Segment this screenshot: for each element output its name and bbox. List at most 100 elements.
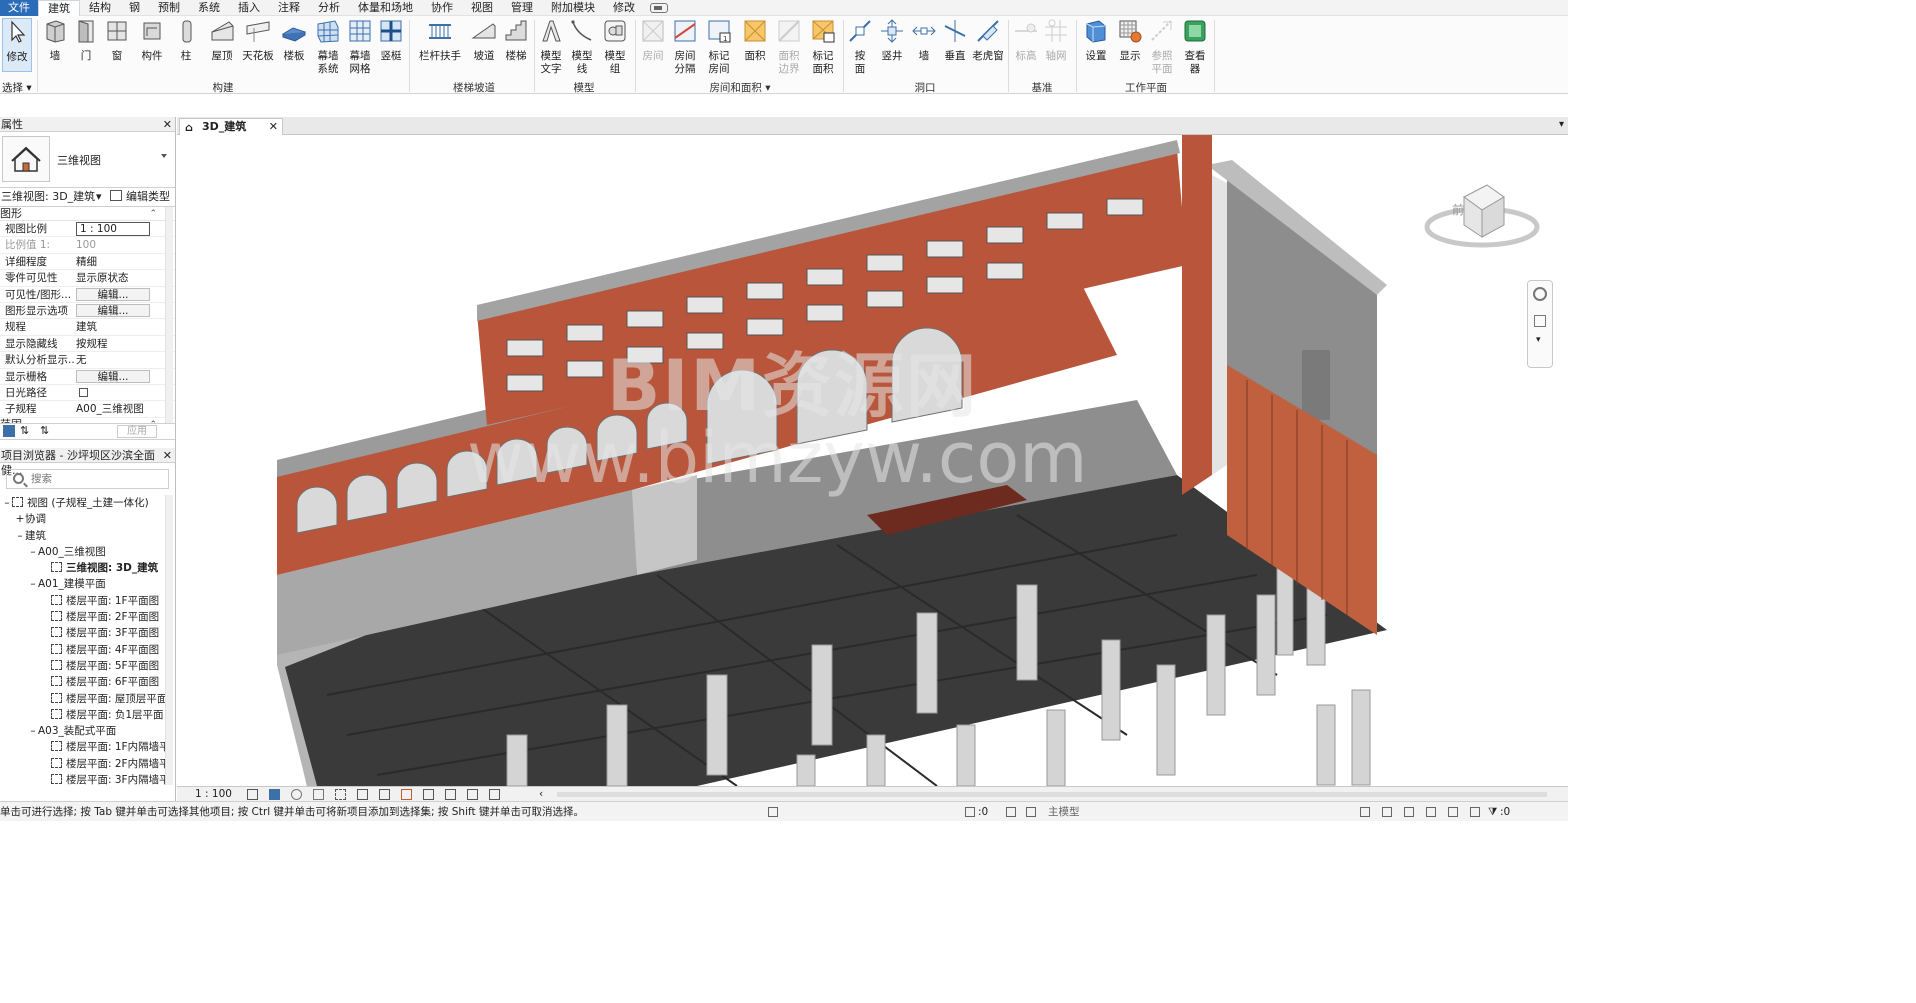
shaft-button[interactable]: 竖井 xyxy=(876,18,908,63)
set-work-plane-button[interactable]: 设置 xyxy=(1082,18,1110,63)
menu-annotate[interactable]: 注释 xyxy=(269,0,309,16)
tree-item[interactable]: 楼层平面: 4F平面图 xyxy=(0,642,175,658)
stair-button[interactable]: 楼梯 xyxy=(502,18,530,63)
sun-path-icon[interactable] xyxy=(291,789,302,800)
column-button[interactable]: 柱 xyxy=(174,18,198,63)
edit-type-button[interactable]: 编辑类型 xyxy=(110,188,170,206)
room-separator-button[interactable]: 房间 分隔 xyxy=(670,18,700,76)
roof-button[interactable]: 屋顶 xyxy=(206,18,238,63)
property-value[interactable]: A00_三维视图 xyxy=(76,403,144,415)
type-selector[interactable]: 三维视图 xyxy=(0,132,175,188)
area-boundary-button[interactable]: 面积 边界 xyxy=(774,18,804,76)
ramp-button[interactable]: 坡道 xyxy=(470,18,498,63)
menu-modify[interactable]: 修改 xyxy=(604,0,644,16)
tree-item[interactable]: 楼层平面: 2F平面图 xyxy=(0,609,175,625)
shadows-icon[interactable] xyxy=(313,789,324,800)
mullion-button[interactable]: 竖梃 xyxy=(378,18,404,63)
unlocked-3d-icon[interactable] xyxy=(379,789,390,800)
chevron-down-icon[interactable]: ▾ xyxy=(1536,335,1541,345)
select-links-icon[interactable] xyxy=(1360,807,1370,817)
edit-button[interactable]: 编辑... xyxy=(76,369,150,383)
browser-scrollbar[interactable] xyxy=(165,495,173,785)
tree-item[interactable]: 楼层平面: 6F平面图 xyxy=(0,674,175,690)
workset-icon[interactable] xyxy=(768,807,778,817)
zoom-icon[interactable] xyxy=(1534,315,1546,327)
tree-item[interactable]: – A01_建模平面 xyxy=(0,576,175,592)
chevron-down-icon[interactable]: ▾ xyxy=(96,188,102,206)
menu-file[interactable]: 文件 xyxy=(0,0,38,16)
scale-input[interactable]: 1 : 100 xyxy=(76,222,150,236)
model-line-button[interactable]: 模型 线 xyxy=(568,18,596,76)
collapse-icon[interactable]: ⌃ xyxy=(149,207,157,221)
room-button[interactable]: 房间 xyxy=(640,18,666,63)
level-button[interactable]: 标高 xyxy=(1012,18,1040,63)
temporary-hide-icon[interactable] xyxy=(401,789,412,800)
browser-search[interactable] xyxy=(6,469,169,489)
horizontal-scrollbar[interactable] xyxy=(557,792,1547,797)
select-dropdown[interactable]: 选择 ▾ xyxy=(2,80,32,95)
menu-collaborate[interactable]: 协作 xyxy=(422,0,462,16)
show-analytical-icon[interactable] xyxy=(467,789,478,800)
ceiling-button[interactable]: 天花板 xyxy=(241,18,275,63)
chevron-down-icon[interactable] xyxy=(161,154,167,158)
close-icon[interactable]: ✕ xyxy=(163,448,172,463)
tag-room-button[interactable]: 1 标记 房间 xyxy=(704,18,734,76)
tree-item[interactable]: 楼层平面: 5F平面图 xyxy=(0,658,175,674)
tree-item[interactable]: – 视图 (子规程_土建一体化) xyxy=(0,495,175,511)
edit-button[interactable]: 编辑... xyxy=(76,287,150,301)
editable-only-icon[interactable] xyxy=(1006,807,1016,817)
exclude-options-icon[interactable] xyxy=(1026,807,1036,817)
edit-button[interactable]: 编辑... xyxy=(76,303,150,317)
menu-massing-site[interactable]: 体量和场地 xyxy=(349,0,422,16)
apply-button[interactable]: 应用 xyxy=(117,425,157,438)
modify-button[interactable]: 修改 xyxy=(2,18,32,72)
tree-item[interactable]: 楼层平面: 2F内隔墙平 xyxy=(0,756,175,772)
property-value[interactable]: 按规程 xyxy=(76,338,108,350)
crop-view-icon[interactable] xyxy=(335,789,346,800)
property-value[interactable]: 建筑 xyxy=(76,321,97,333)
drag-elements-icon[interactable] xyxy=(1448,807,1458,817)
visual-style-icon[interactable] xyxy=(269,789,280,800)
collapse-icon[interactable]: – xyxy=(2,495,12,511)
select-underlay-icon[interactable] xyxy=(1382,807,1392,817)
steering-wheel-icon[interactable] xyxy=(1533,287,1547,301)
wall-button[interactable]: 墙 xyxy=(40,18,70,63)
sort-descending-icon[interactable]: ⇅ xyxy=(40,424,49,437)
tree-item[interactable]: 楼层平面: 3F内隔墙平 xyxy=(0,772,175,785)
menu-addins[interactable]: 附加模块 xyxy=(542,0,604,16)
menu-precast[interactable]: 预制 xyxy=(149,0,189,16)
tree-item[interactable]: – 建筑 xyxy=(0,528,175,544)
expand-icon[interactable]: + xyxy=(15,511,25,527)
viewer-button[interactable]: 查看器 xyxy=(1180,18,1210,76)
dormer-button[interactable]: 老虎窗 xyxy=(972,18,1004,63)
model-text-button[interactable]: 模型 文字 xyxy=(537,18,565,76)
tree-item[interactable]: 楼层平面: 屋顶层平面 xyxy=(0,691,175,707)
search-input[interactable] xyxy=(31,470,151,488)
show-work-plane-button[interactable]: 显示 xyxy=(1116,18,1144,63)
collapse-icon[interactable]: – xyxy=(28,723,38,739)
property-value[interactable]: 显示原状态 xyxy=(76,272,129,284)
active-design-option[interactable]: 主模型 xyxy=(1048,802,1080,821)
menu-structure[interactable]: 结构 xyxy=(80,0,120,16)
collapse-icon[interactable]: – xyxy=(28,576,38,592)
ref-plane-button[interactable]: 参照 平面 xyxy=(1148,18,1176,76)
menu-systems[interactable]: 系统 xyxy=(189,0,229,16)
door-button[interactable]: 门 xyxy=(72,18,100,63)
menu-insert[interactable]: 插入 xyxy=(229,0,269,16)
view-scale[interactable]: 1 : 100 xyxy=(195,787,232,801)
tree-item[interactable]: 三维视图: 3D_建筑 xyxy=(0,560,175,576)
collapse-icon[interactable]: – xyxy=(15,528,25,544)
group-graphics[interactable]: 图形 ⌃ xyxy=(0,207,175,221)
menu-view[interactable]: 视图 xyxy=(462,0,502,16)
viewcube[interactable]: 前 xyxy=(1422,175,1542,255)
filter-icon[interactable]: ⧩ xyxy=(1488,802,1497,821)
sun-path-checkbox[interactable] xyxy=(79,387,88,397)
railing-button[interactable]: 栏杆扶手 xyxy=(418,18,462,63)
tree-item[interactable]: +协调 xyxy=(0,511,175,527)
component-button[interactable]: 构件 xyxy=(136,18,168,63)
tree-item[interactable]: 楼层平面: 负1层平面 xyxy=(0,707,175,723)
window-button[interactable]: 窗 xyxy=(102,18,132,63)
property-value[interactable]: 精细 xyxy=(76,256,97,268)
opening-by-face-button[interactable]: 按 面 xyxy=(846,18,874,76)
wall-opening-button[interactable]: 墙 xyxy=(910,18,938,63)
